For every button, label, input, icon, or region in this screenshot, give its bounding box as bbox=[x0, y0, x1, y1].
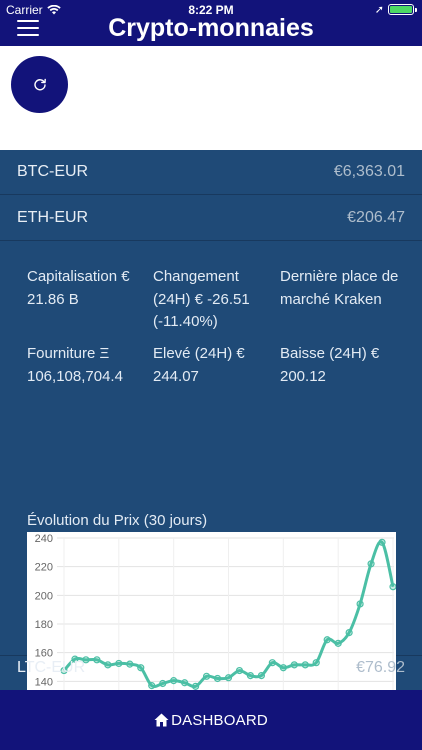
y-tick-label: 200 bbox=[35, 590, 53, 602]
last-market-stat: Dernière place de marché Kraken bbox=[280, 268, 399, 308]
pair-price: €6,363.01 bbox=[333, 163, 405, 180]
dashboard-label: DASHBOARD bbox=[171, 711, 268, 729]
refresh-area bbox=[0, 46, 422, 150]
data-point bbox=[356, 600, 364, 608]
market-cap-stat: Capitalisation € 21.86 B bbox=[27, 268, 130, 308]
y-tick-label: 220 bbox=[35, 562, 53, 574]
pair-price: €206.47 bbox=[347, 209, 405, 226]
low-stat: Baisse (24H) € 200.12 bbox=[280, 345, 380, 385]
eth-details-panel: Capitalisation € 21.86 B Changement (24H… bbox=[0, 241, 422, 717]
crypto-list: BTC-EUR €6,363.01 ETH-EUR €206.47 Capita… bbox=[0, 150, 422, 717]
refresh-icon bbox=[33, 78, 46, 90]
list-item-ltc[interactable]: LTC-EUR €76.92 bbox=[0, 646, 422, 691]
list-item-eth[interactable]: ETH-EUR €206.47 bbox=[0, 196, 422, 241]
data-point bbox=[389, 583, 396, 591]
data-point bbox=[367, 560, 375, 568]
y-tick-label: 240 bbox=[35, 533, 53, 545]
data-point bbox=[378, 538, 386, 546]
nav-bar: Crypto-monnaies bbox=[0, 14, 422, 46]
data-point bbox=[345, 628, 353, 637]
pair-price: €76.92 bbox=[356, 659, 405, 676]
pair-label: ETH-EUR bbox=[17, 209, 89, 226]
supply-stat: Fourniture Ξ 106,108,704.4 bbox=[27, 345, 123, 385]
list-item-btc[interactable]: BTC-EUR €6,363.01 bbox=[0, 150, 422, 195]
high-stat: Elevé (24H) € 244.07 bbox=[153, 345, 245, 385]
chart-title: Évolution du Prix (30 jours) bbox=[27, 512, 208, 529]
y-tick-label: 180 bbox=[35, 619, 53, 631]
data-point bbox=[323, 636, 331, 644]
home-icon bbox=[154, 713, 169, 727]
pair-label: LTC-EUR bbox=[17, 659, 86, 676]
refresh-button[interactable] bbox=[11, 56, 68, 113]
page-title: Crypto-monnaies bbox=[108, 14, 314, 42]
change-stat: Changement (24H) € -26.51 (-11.40%) bbox=[153, 268, 250, 330]
dashboard-button[interactable]: DASHBOARD bbox=[0, 690, 422, 750]
pair-label: BTC-EUR bbox=[17, 163, 89, 180]
